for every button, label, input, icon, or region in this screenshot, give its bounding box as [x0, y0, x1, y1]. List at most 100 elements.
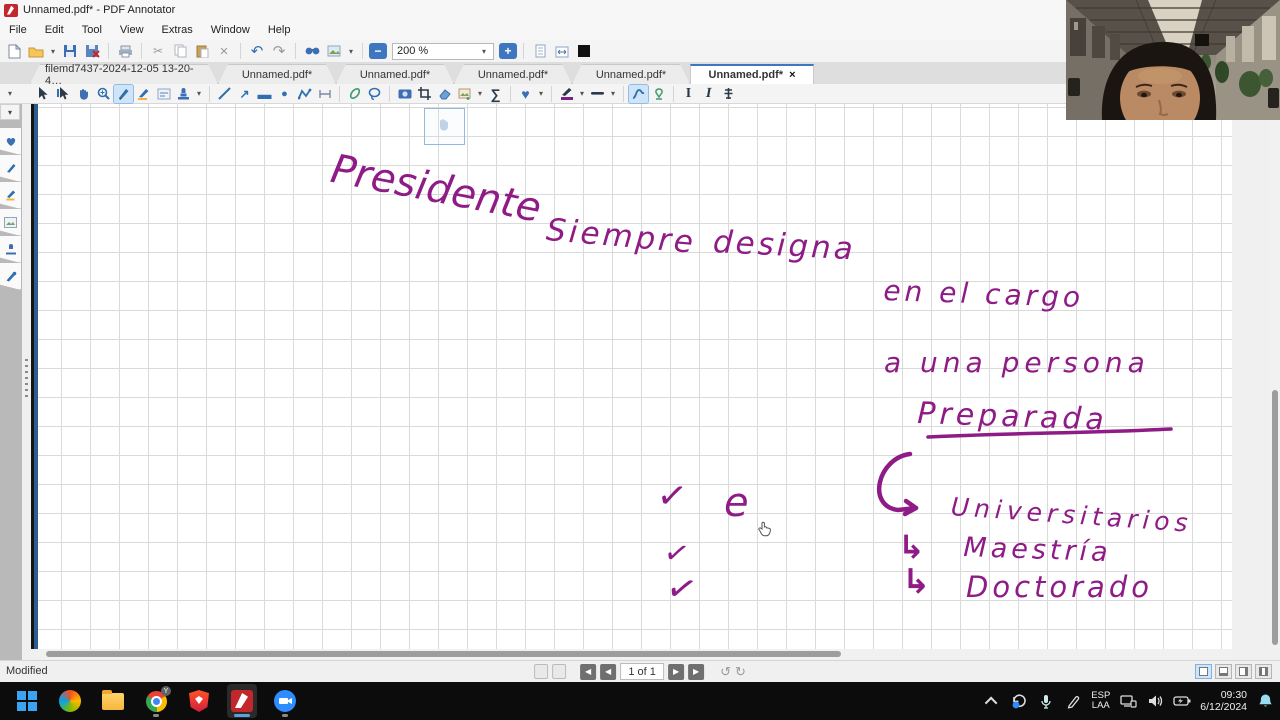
sidebar-dropdown-icon[interactable]: ▾ [0, 104, 20, 120]
start-button[interactable] [12, 684, 42, 718]
text-note-tool[interactable] [719, 85, 738, 103]
measure-tool[interactable] [315, 85, 334, 103]
document-tab-5[interactable]: Unnamed.pdf* [572, 64, 690, 84]
previous-page-button[interactable]: ◀ [600, 663, 617, 680]
network-icon[interactable] [1119, 692, 1137, 710]
menu-item-window[interactable]: Window [202, 22, 259, 38]
select-text-tool[interactable] [54, 85, 73, 103]
image-tool[interactable] [455, 85, 474, 103]
zoom-tool[interactable] [94, 85, 113, 103]
copy-button[interactable] [170, 42, 190, 60]
pen-color-picker[interactable] [557, 85, 576, 103]
text-tool[interactable]: I [679, 85, 698, 103]
save-button[interactable] [60, 42, 80, 60]
sidebar-tab-pen[interactable] [0, 155, 21, 182]
microphone-icon[interactable] [1037, 692, 1055, 710]
next-page-button[interactable]: ▶ [668, 663, 685, 680]
tray-chevron-icon[interactable] [983, 692, 1001, 710]
text-cursor-tool[interactable]: I [697, 85, 719, 103]
single-page-layout-button[interactable] [1195, 664, 1212, 679]
tab-close-icon[interactable]: × [789, 69, 795, 81]
new-document-button[interactable] [4, 42, 24, 60]
favorites-dropdown-icon[interactable]: ▾ [536, 89, 546, 98]
line-width-dropdown-icon[interactable]: ▾ [608, 89, 618, 98]
lasso-tool[interactable] [365, 85, 384, 103]
pdf-page-canvas[interactable] [38, 104, 1232, 649]
menu-item-tool[interactable]: Tool [73, 22, 111, 38]
stamp-dropdown-icon[interactable]: ▾ [194, 89, 204, 98]
zoom-out-button[interactable]: − [369, 43, 387, 59]
fit-width-button[interactable] [552, 42, 572, 60]
snapshot-button[interactable] [324, 42, 344, 60]
page-indicator[interactable]: 1 of 1 [620, 663, 665, 680]
menu-item-file[interactable]: File [0, 22, 36, 38]
sidebar-tab-image[interactable] [0, 209, 21, 236]
sidebar-tab-marker[interactable] [0, 182, 21, 209]
stamp-tool[interactable] [174, 85, 193, 103]
menu-item-view[interactable]: View [111, 22, 153, 38]
document-tab-1[interactable]: filemd7437-2024-12-05 13-20-4… [30, 64, 218, 84]
print-button[interactable] [115, 42, 135, 60]
horizontal-scrollbar[interactable] [38, 649, 1232, 659]
menu-item-extras[interactable]: Extras [153, 22, 202, 38]
find-button[interactable] [302, 42, 322, 60]
file-explorer-icon[interactable] [98, 684, 128, 718]
crop-tool[interactable] [415, 85, 434, 103]
eraser-tool[interactable] [435, 85, 454, 103]
prev-document-button[interactable] [534, 664, 549, 679]
save-all-button[interactable] [82, 42, 102, 60]
view-back-button[interactable]: ↺ [720, 664, 731, 680]
first-page-button[interactable]: ◀ [580, 663, 597, 680]
document-tab-6-active[interactable]: Unnamed.pdf* × [690, 64, 814, 84]
pen-color-dropdown-icon[interactable]: ▾ [577, 89, 587, 98]
notification-bell-icon[interactable] [1256, 692, 1274, 710]
chrome-icon[interactable]: Y [141, 684, 171, 718]
columns-layout-button[interactable] [1255, 664, 1272, 679]
view-forward-button[interactable]: ↻ [735, 664, 746, 680]
sync-status-icon[interactable] [1010, 692, 1028, 710]
menu-item-edit[interactable]: Edit [36, 22, 73, 38]
line-width-picker[interactable] [588, 85, 607, 103]
cut-button[interactable]: ✂ [148, 42, 168, 60]
rectangle-tool[interactable]: ▬ [255, 85, 274, 103]
sidebar-tab-picker[interactable] [0, 263, 21, 290]
zoom-level-combobox[interactable]: 200 % ▾ [392, 42, 494, 60]
pressure-toggle[interactable] [649, 85, 668, 103]
select-tool[interactable] [34, 85, 53, 103]
arrow-tool[interactable]: ↗ [235, 85, 254, 103]
language-indicator[interactable]: ESP LAA [1091, 691, 1110, 711]
polygon-tool[interactable] [295, 85, 314, 103]
zoom-app-icon[interactable] [270, 684, 300, 718]
redo-button[interactable]: ↷ [269, 42, 289, 60]
fullscreen-button[interactable] [574, 42, 594, 60]
marker-tool[interactable] [134, 85, 153, 103]
brave-icon[interactable] [184, 684, 214, 718]
sidebar-tab-stamp[interactable] [0, 236, 21, 263]
open-button[interactable] [26, 42, 46, 60]
undo-button[interactable]: ↶ [247, 42, 267, 60]
paste-button[interactable] [192, 42, 212, 60]
text-box-tool[interactable] [154, 85, 173, 103]
pdf-annotator-taskbar-icon[interactable] [227, 684, 257, 718]
last-page-button[interactable]: ▶ [688, 663, 705, 680]
selection-box[interactable] [424, 108, 465, 145]
sidebar-splitter-handle[interactable] [22, 104, 31, 660]
pen-tool-active[interactable] [113, 83, 134, 104]
document-tab-3[interactable]: Unnamed.pdf* [336, 64, 454, 84]
facing-layout-button[interactable] [1235, 664, 1252, 679]
horizontal-scrollbar-thumb[interactable] [46, 651, 841, 657]
toolbar-overflow-dropdown-icon[interactable]: ▾ [2, 89, 18, 98]
favorites-heart-tool[interactable]: ♥ [516, 85, 535, 103]
clock[interactable]: 09:30 6/12/2024 [1200, 689, 1247, 713]
volume-icon[interactable] [1146, 692, 1164, 710]
image-dropdown-icon[interactable]: ▾ [475, 89, 485, 98]
fit-page-button[interactable] [530, 42, 550, 60]
document-tab-2[interactable]: Unnamed.pdf* [218, 64, 336, 84]
vertical-scrollbar[interactable] [1270, 104, 1280, 649]
open-dropdown-icon[interactable]: ▾ [48, 47, 58, 56]
attach-tool[interactable] [345, 85, 364, 103]
smooth-curve-toggle-active[interactable] [628, 83, 649, 104]
battery-icon[interactable] [1173, 692, 1191, 710]
photo-tool[interactable] [395, 85, 414, 103]
line-tool[interactable] [215, 85, 234, 103]
